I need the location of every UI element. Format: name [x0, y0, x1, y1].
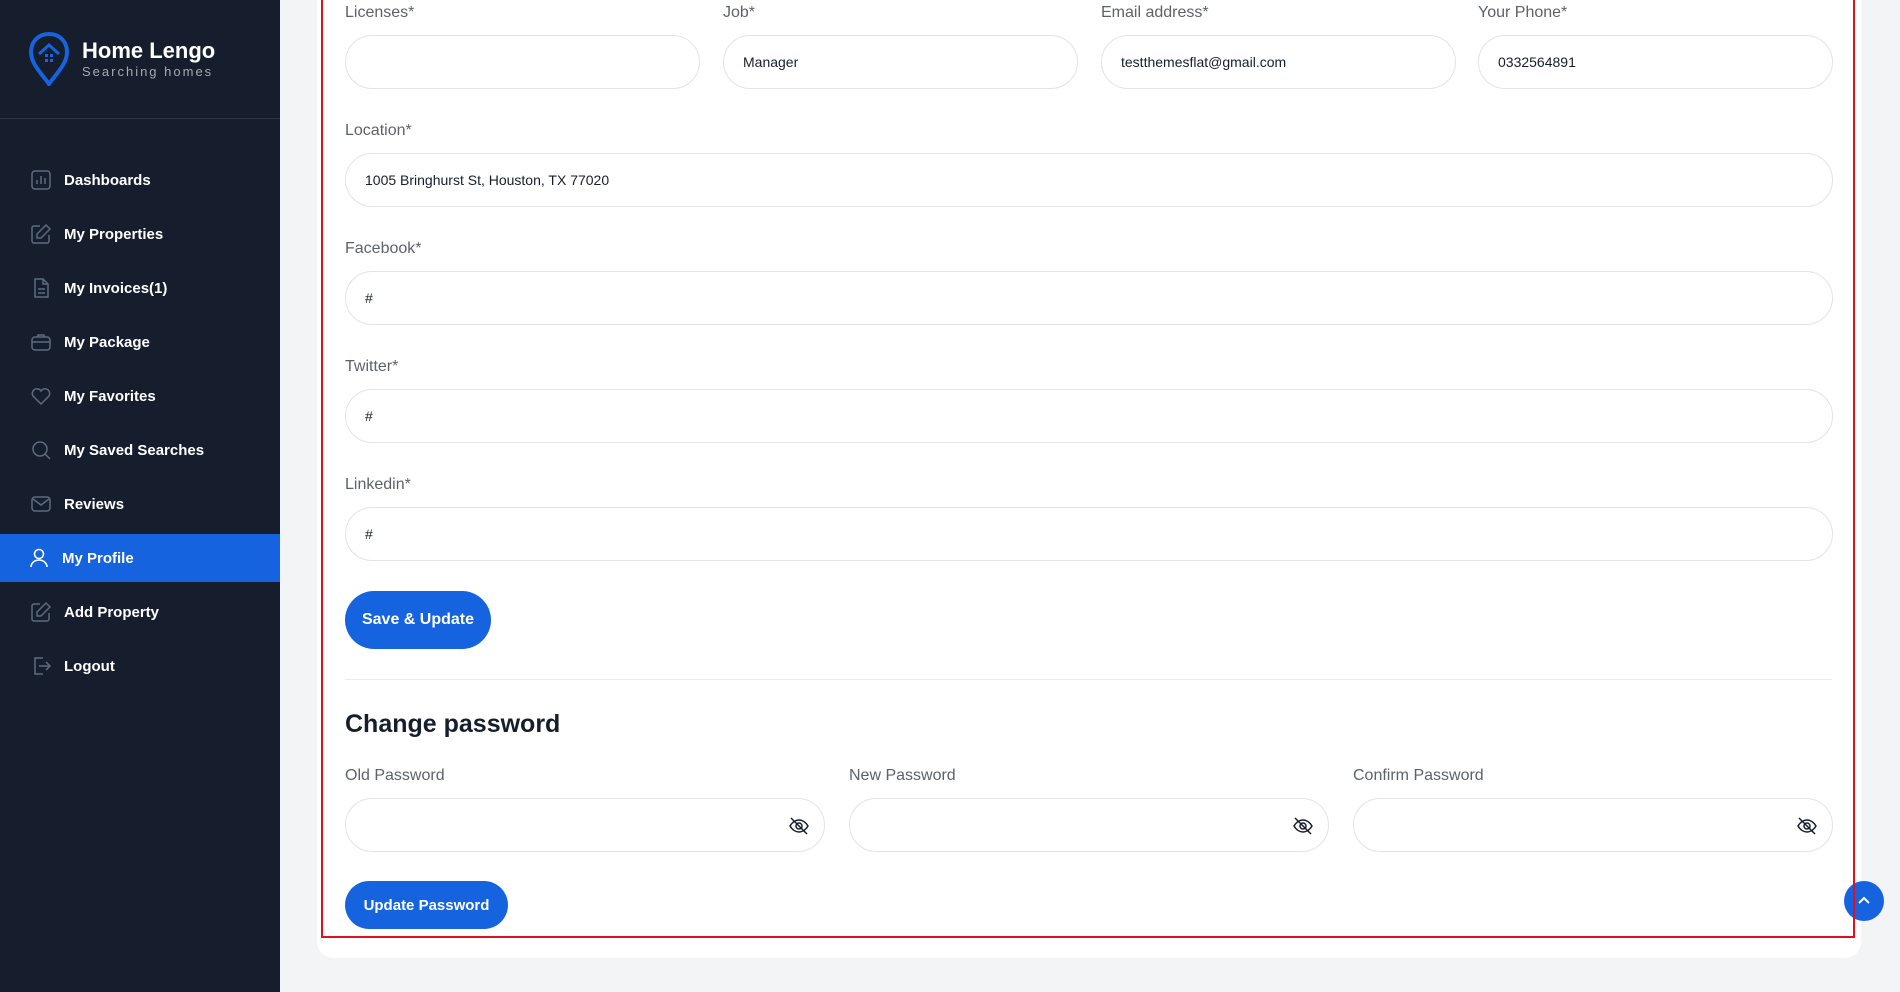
sidebar-item-add-property[interactable]: Add Property [0, 588, 280, 636]
email-label: Email address* [1101, 4, 1209, 21]
chevron-up-icon [1858, 896, 1870, 904]
logo-icon [28, 32, 70, 86]
sidebar-nav: Dashboards My Properties My Invoices(1) … [0, 156, 280, 696]
job-label: Job* [723, 4, 756, 21]
eye-off-icon[interactable] [1292, 815, 1314, 837]
sidebar-item-dashboards[interactable]: Dashboards [0, 156, 280, 204]
linkedin-label: Linkedin* [345, 476, 411, 493]
change-password-title: Change password [345, 710, 561, 738]
sidebar-item-my-favorites[interactable]: My Favorites [0, 372, 280, 420]
job-field[interactable]: Manager [723, 35, 1078, 89]
sidebar-item-label: My Properties [64, 225, 164, 243]
sidebar: Home Lengo Searching homes Dashboards My… [0, 0, 280, 992]
phone-field[interactable]: 0332564891 [1478, 35, 1833, 89]
sidebar-item-label: Logout [64, 657, 115, 675]
eye-off-icon[interactable] [1796, 815, 1818, 837]
document-icon [30, 277, 52, 299]
confirm-password-field[interactable] [1353, 798, 1833, 852]
new-password-label: New Password [849, 767, 956, 784]
sidebar-item-reviews[interactable]: Reviews [0, 480, 280, 528]
sidebar-item-logout[interactable]: Logout [0, 642, 280, 690]
chart-icon [30, 169, 52, 191]
brand-text: Home Lengo Searching homes [82, 38, 215, 80]
sidebar-item-label: My Favorites [64, 387, 156, 405]
mail-icon [30, 493, 52, 515]
old-password-field[interactable] [345, 798, 825, 852]
sidebar-item-label: My Saved Searches [64, 441, 205, 459]
licenses-label: Licenses* [345, 4, 415, 21]
confirm-password-label: Confirm Password [1353, 767, 1484, 784]
twitter-label: Twitter* [345, 358, 399, 375]
sidebar-item-my-invoices[interactable]: My Invoices(1) [0, 264, 280, 312]
brand-tagline: Searching homes [82, 64, 214, 79]
email-field[interactable]: testthemesflat@gmail.com [1101, 35, 1456, 89]
search-icon [30, 439, 52, 461]
edit-icon [30, 601, 52, 623]
sidebar-item-label: My Package [64, 333, 150, 351]
edit-icon [30, 223, 52, 245]
licenses-field[interactable] [345, 35, 700, 89]
brand[interactable]: Home Lengo Searching homes [0, 0, 280, 119]
sidebar-item-label: My Invoices(1) [64, 279, 168, 297]
sidebar-item-label: Reviews [64, 495, 125, 513]
phone-label: Your Phone* [1478, 4, 1568, 21]
save-update-button[interactable]: Save & Update [345, 591, 491, 649]
twitter-field[interactable]: # [345, 389, 1833, 443]
brand-name: Home Lengo [82, 38, 216, 63]
location-field[interactable]: 1005 Bringhurst St, Houston, TX 77020 [345, 153, 1833, 207]
location-label: Location* [345, 122, 412, 139]
facebook-label: Facebook* [345, 240, 422, 257]
sidebar-item-my-profile[interactable]: My Profile [0, 534, 280, 582]
sidebar-item-my-saved-searches[interactable]: My Saved Searches [0, 426, 280, 474]
section-divider [345, 679, 1832, 680]
old-password-label: Old Password [345, 767, 445, 784]
linkedin-field[interactable]: # [345, 507, 1833, 561]
scroll-top-button[interactable] [1844, 881, 1884, 921]
sidebar-item-label: Add Property [64, 603, 160, 621]
sidebar-item-label: My Profile [62, 549, 134, 567]
update-password-button[interactable]: Update Password [345, 881, 508, 929]
sidebar-item-my-package[interactable]: My Package [0, 318, 280, 366]
new-password-field[interactable] [849, 798, 1329, 852]
eye-off-icon[interactable] [788, 815, 810, 837]
heart-icon [30, 385, 52, 407]
facebook-field[interactable]: # [345, 271, 1833, 325]
logout-icon [30, 655, 52, 677]
user-icon [28, 547, 50, 569]
sidebar-item-my-properties[interactable]: My Properties [0, 210, 280, 258]
briefcase-icon [30, 331, 52, 353]
sidebar-item-label: Dashboards [64, 171, 151, 189]
